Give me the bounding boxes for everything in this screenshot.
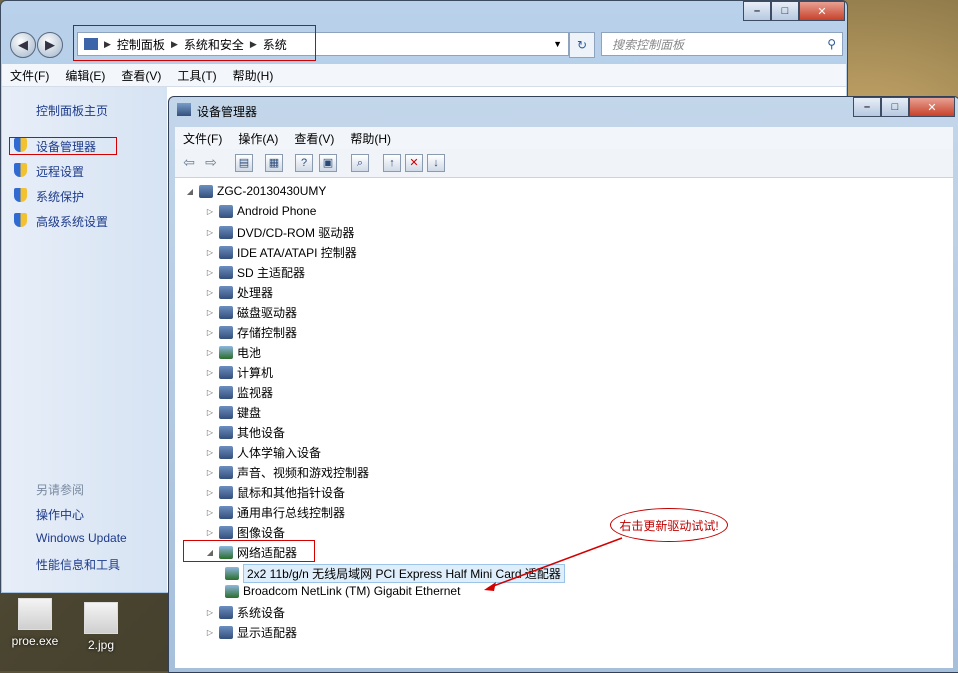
watermark-url: jingyan.baidu.com bbox=[748, 627, 845, 641]
annotation-arrow bbox=[484, 537, 623, 591]
baidu-watermark: Baidu 经验 bbox=[730, 588, 913, 629]
